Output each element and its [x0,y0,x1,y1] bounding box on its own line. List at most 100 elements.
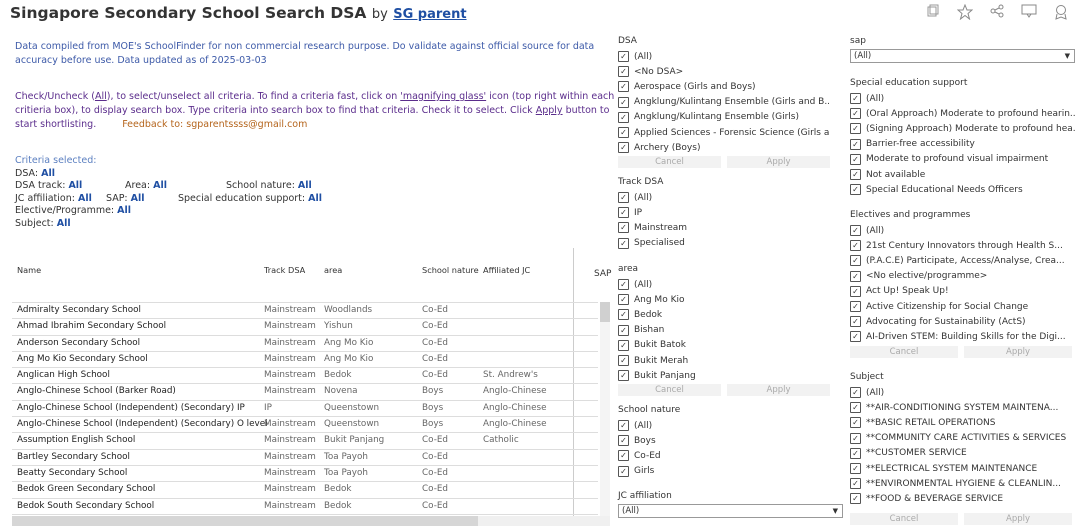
filter-area-option[interactable]: ✓ Bukit Panjang [618,368,830,383]
checkbox-checked-icon[interactable]: ✓ [618,309,629,321]
comment-icon[interactable] [1020,4,1038,22]
electives-apply-button[interactable]: Apply [964,345,1072,358]
filter-track-option[interactable]: ✓ Specialised [618,236,830,251]
table-row[interactable]: Anglo-Chinese School (Independent) (Seco… [12,416,598,432]
table-row[interactable]: Bartley Secondary School Mainstream Toa Pa… [12,448,598,465]
table-row[interactable]: Anglo-Chinese School (Barker Road) Mainst… [12,383,598,399]
magnifying-glass-link[interactable]: 'magnifying glass' [400,91,486,102]
filter-area-option[interactable]: ✓ Bukit Batok [618,338,830,353]
filter-dsa-option[interactable]: ✓ Applied Sciences - Forensic Science (Gi… [618,125,830,140]
filter-subject-option[interactable]: ✓ **BASIC RETAIL OPERATIONS [850,415,1075,430]
area-apply-button[interactable]: Apply [727,384,830,397]
area-cancel-button[interactable]: Cancel [618,384,721,397]
filter-subject-option[interactable]: ✓ **ELECTRICAL SYSTEM MAINTENANCE [850,461,1075,476]
checkbox-checked-icon[interactable]: ✓ [850,402,861,414]
checkbox-checked-icon[interactable]: ✓ [850,123,861,135]
table-row[interactable]: Anderson Secondary School Mainstream Ang M… [12,334,598,351]
table-vertical-scroll-thumb[interactable] [600,302,610,322]
author-link[interactable]: SG parent [393,7,466,22]
checkbox-checked-icon[interactable]: ✓ [850,153,861,165]
checkbox-checked-icon[interactable]: ✓ [850,432,861,444]
filter-subject-option[interactable]: ✓ (All) [850,385,1075,400]
table-row[interactable]: Beatty Secondary School Mainstream Toa Pay… [12,464,598,481]
filter-electives-option[interactable]: ✓ 21st Century Innovators through Health … [850,238,1075,253]
filter-dsa-option[interactable]: ✓ Aerospace (Girls and Boys) [618,79,830,94]
checkbox-checked-icon[interactable]: ✓ [618,51,629,63]
filter-dsa-option[interactable]: ✓ Angklung/Kulintang Ensemble (Girls) [618,110,830,125]
checkbox-checked-icon[interactable]: ✓ [850,255,861,267]
dsa-apply-button[interactable]: Apply [727,156,830,169]
table-row[interactable]: Anglo-Chinese School (Independent) (Seco… [12,399,598,416]
filter-subject-option[interactable]: ✓ **AIR-CONDITIONING SYSTEM MAINTENA... [850,400,1075,415]
subject-apply-button[interactable]: Apply [964,512,1072,525]
checkbox-checked-icon[interactable]: ✓ [618,237,629,249]
filter-area-option[interactable]: ✓ Bishan [618,323,830,338]
filter-sped-option[interactable]: ✓ Moderate to profound visual impairment [850,152,1075,167]
checkbox-checked-icon[interactable]: ✓ [618,127,629,139]
checkbox-checked-icon[interactable]: ✓ [618,207,629,219]
checkbox-checked-icon[interactable]: ✓ [850,463,861,475]
share-icon[interactable] [988,4,1006,22]
filter-sped-option[interactable]: ✓ Not available [850,167,1075,182]
filter-sped-option[interactable]: ✓ (All) [850,91,1075,106]
filter-nature-option[interactable]: ✓ Girls [618,464,830,479]
revert-icon[interactable] [924,4,942,22]
filter-dsa-option[interactable]: ✓ <No DSA> [618,64,830,79]
filter-electives-option[interactable]: ✓ Advocating for Sustainability (ActS) [850,314,1075,329]
filter-electives-option[interactable]: ✓ AI-Driven STEM: Building Skills for the… [850,329,1075,344]
checkbox-checked-icon[interactable]: ✓ [850,138,861,150]
filter-area-option[interactable]: ✓ (All) [618,277,830,292]
checkbox-checked-icon[interactable]: ✓ [618,111,629,123]
filter-subject-option[interactable]: ✓ **CUSTOMER SERVICE [850,446,1075,461]
header-area[interactable]: area [324,265,342,275]
checkbox-checked-icon[interactable]: ✓ [850,270,861,282]
checkbox-checked-icon[interactable]: ✓ [618,142,629,154]
checkbox-checked-icon[interactable]: ✓ [618,370,629,382]
all-link[interactable]: All [95,91,107,102]
dsa-cancel-button[interactable]: Cancel [618,156,721,169]
checkbox-checked-icon[interactable]: ✓ [850,184,861,196]
filter-dsa-option[interactable]: ✓ Archery (Boys) [618,140,830,155]
table-row[interactable]: Bedok South Secondary School Mainstream Be… [12,497,598,514]
checkbox-checked-icon[interactable]: ✓ [618,450,629,462]
filter-sped-option[interactable]: ✓ (Signing Approach) Moderate to profound… [850,121,1075,136]
header-jc[interactable]: Affiliated JC [483,265,530,275]
filter-dsa-option[interactable]: ✓ Angklung/Kulintang Ensemble (Girls and … [618,95,830,110]
filter-electives-option[interactable]: ✓ Active Citizenship for Social Change [850,299,1075,314]
checkbox-checked-icon[interactable]: ✓ [618,81,629,93]
filter-track-option[interactable]: ✓ IP [618,205,830,220]
checkbox-checked-icon[interactable]: ✓ [850,478,861,490]
sap-dropdown[interactable]: (All) ▼ [850,49,1075,63]
filter-track-option[interactable]: ✓ Mainstream [618,220,830,235]
filter-dsa-option[interactable]: ✓ (All) [618,49,830,64]
checkbox-checked-icon[interactable]: ✓ [850,285,861,297]
jc-dropdown[interactable]: (All) ▼ [618,504,843,518]
filter-subject-option[interactable]: ✓ **ENVIRONMENTAL HYGIENE & CLEANLIN... [850,476,1075,491]
checkbox-checked-icon[interactable]: ✓ [618,192,629,204]
checkbox-checked-icon[interactable]: ✓ [850,417,861,429]
checkbox-checked-icon[interactable]: ✓ [618,294,629,306]
filter-area-option[interactable]: ✓ Bukit Merah [618,353,830,368]
checkbox-checked-icon[interactable]: ✓ [618,324,629,336]
filter-area-option[interactable]: ✓ Ang Mo Kio [618,292,830,307]
checkbox-checked-icon[interactable]: ✓ [850,169,861,181]
table-row[interactable]: Ang Mo Kio Secondary School Mainstream Ang… [12,350,598,367]
subscribe-icon[interactable] [1052,4,1070,22]
checkbox-checked-icon[interactable]: ✓ [618,435,629,447]
filter-nature-option[interactable]: ✓ Co-Ed [618,448,830,463]
filter-nature-option[interactable]: ✓ (All) [618,418,830,433]
filter-subject-option[interactable]: ✓ **FOOD & BEVERAGE SERVICE [850,491,1075,506]
checkbox-checked-icon[interactable]: ✓ [850,447,861,459]
filter-electives-option[interactable]: ✓ Act Up! Speak Up! [850,284,1075,299]
table-row[interactable]: Assumption English School Mainstream Bukit… [12,432,598,448]
checkbox-checked-icon[interactable]: ✓ [850,331,861,343]
electives-cancel-button[interactable]: Cancel [850,345,958,358]
checkbox-checked-icon[interactable]: ✓ [618,96,629,108]
checkbox-checked-icon[interactable]: ✓ [618,339,629,351]
checkbox-checked-icon[interactable]: ✓ [618,420,629,432]
favorite-icon[interactable] [956,3,974,22]
apply-link[interactable]: Apply [536,105,563,116]
filter-area-option[interactable]: ✓ Bedok [618,307,830,322]
filter-sped-option[interactable]: ✓ Barrier-free accessibility [850,137,1075,152]
checkbox-checked-icon[interactable]: ✓ [618,279,629,291]
